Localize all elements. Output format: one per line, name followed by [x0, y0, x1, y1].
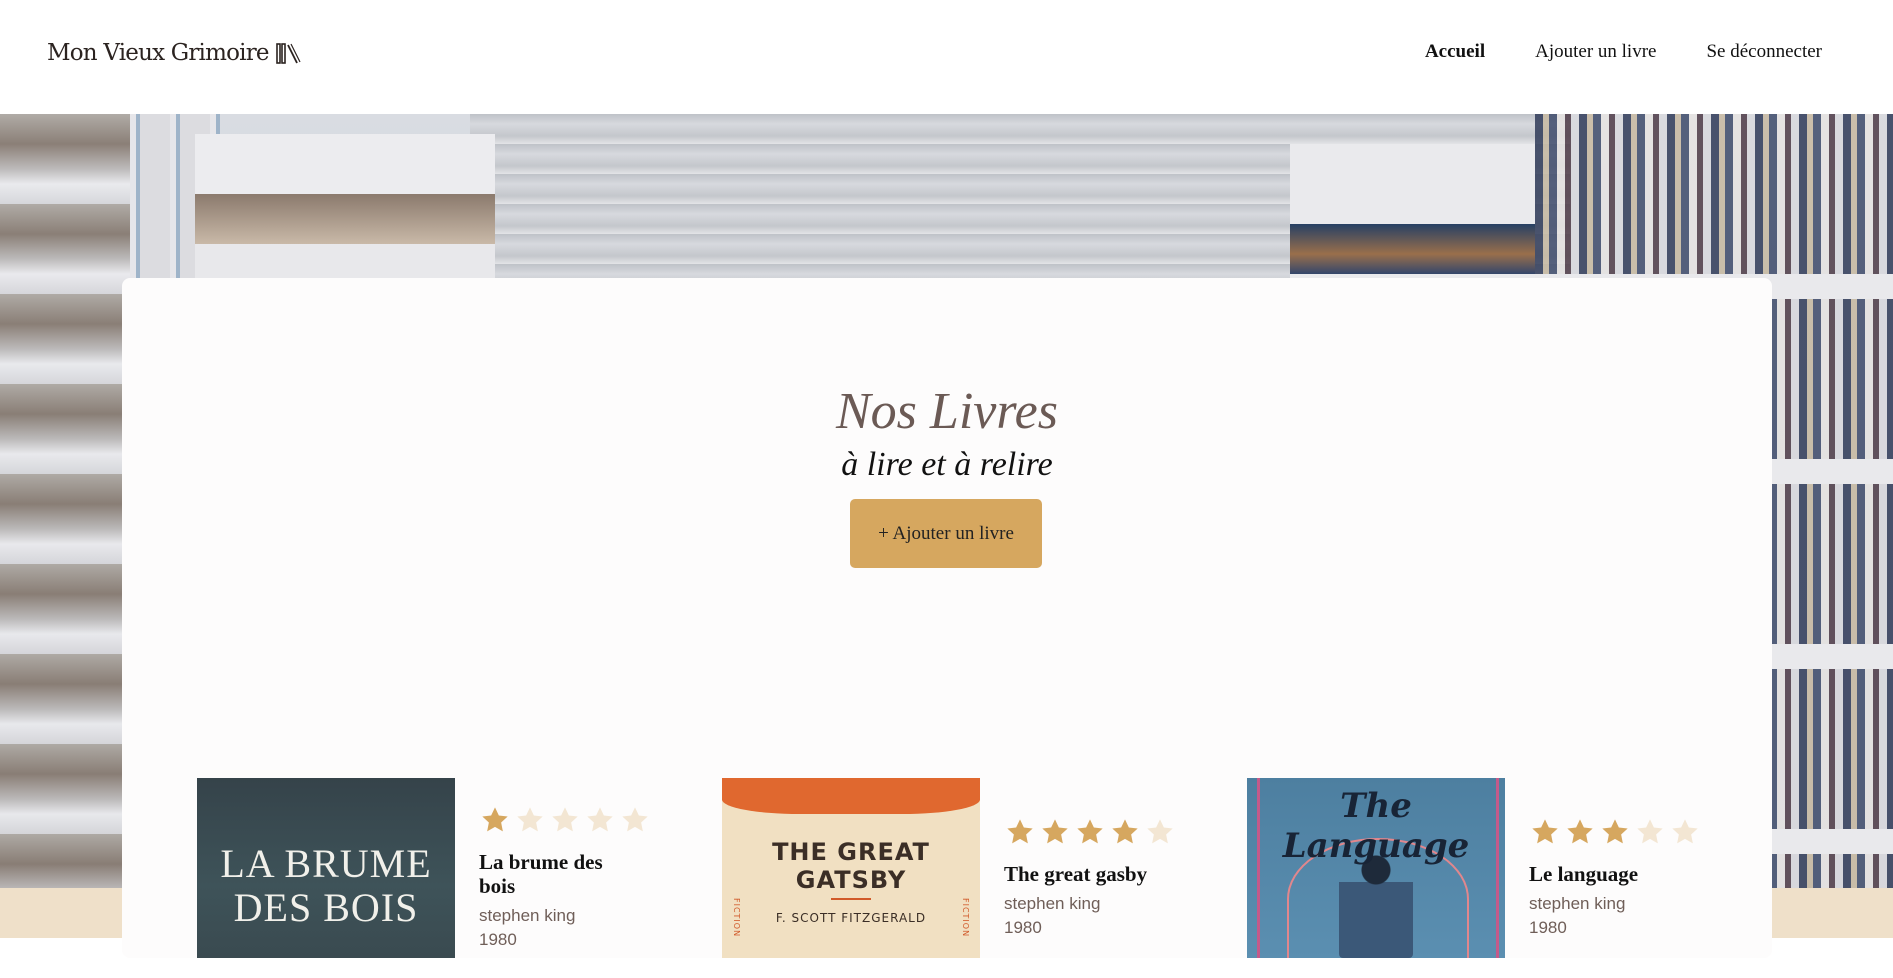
- cover-side-label: FICTION: [961, 898, 970, 938]
- book-title[interactable]: Le language: [1529, 862, 1689, 886]
- main-nav: Accueil Ajouter un livre Se déconnecter: [1425, 41, 1822, 63]
- cover-rule: [831, 898, 871, 900]
- add-book-button[interactable]: + Ajouter un livre: [850, 499, 1042, 568]
- star-empty-icon: [1147, 819, 1173, 844]
- cover-author: F. SCOTT FITZGERALD: [775, 911, 927, 925]
- star-empty-icon: [1672, 819, 1698, 844]
- book-cover[interactable]: LA BRUME DES BOIS: [197, 778, 455, 958]
- nav-se-deconnecter[interactable]: Se déconnecter: [1706, 41, 1822, 63]
- nav-ajouter-livre[interactable]: Ajouter un livre: [1535, 41, 1656, 63]
- books-card: Nos Livres à lire et à relire + Ajouter …: [122, 278, 1772, 958]
- book-info: La brume des bois stephen king 1980: [479, 804, 651, 950]
- star-filled-icon: [1007, 819, 1033, 844]
- book-info: Le language stephen king 1980: [1529, 816, 1701, 938]
- star-empty-icon: [552, 807, 578, 832]
- book-cover[interactable]: THE GREAT GATSBY F. SCOTT FITZGERALD FIC…: [722, 778, 980, 958]
- book-year: 1980: [1004, 918, 1042, 937]
- star-empty-icon: [1637, 819, 1663, 844]
- site-logo[interactable]: Mon Vieux Grimoire: [47, 40, 301, 66]
- star-filled-icon: [482, 807, 508, 832]
- star-empty-icon: [517, 807, 543, 832]
- star-filled-icon: [1077, 819, 1103, 844]
- book-card[interactable]: LA BRUME DES BOIS La brume des bois step…: [197, 778, 657, 978]
- book-title[interactable]: La brume des bois: [479, 850, 639, 898]
- cover-band: [722, 778, 980, 814]
- book-card[interactable]: THE GREAT GATSBY F. SCOTT FITZGERALD FIC…: [722, 778, 1182, 978]
- cover-title: The Language: [1282, 786, 1470, 866]
- star-filled-icon: [1112, 819, 1138, 844]
- book-cover[interactable]: The Language: [1247, 778, 1505, 958]
- site-header: Mon Vieux Grimoire Accueil Ajouter un li…: [0, 0, 1893, 114]
- rating-stars: [1004, 816, 1176, 848]
- star-empty-icon: [622, 807, 648, 832]
- rating-stars: [1529, 816, 1701, 848]
- page-title: Nos Livres: [836, 383, 1058, 440]
- book-year: 1980: [479, 930, 517, 949]
- star-filled-icon: [1042, 819, 1068, 844]
- star-filled-icon: [1567, 819, 1593, 844]
- book-year: 1980: [1529, 918, 1567, 937]
- cover-title: THE GREAT GATSBY: [772, 838, 930, 894]
- star-filled-icon: [1532, 819, 1558, 844]
- book-author: stephen king: [1529, 894, 1626, 913]
- book-author: stephen king: [479, 906, 576, 925]
- star-filled-icon: [1602, 819, 1628, 844]
- nav-accueil[interactable]: Accueil: [1425, 41, 1485, 63]
- cover-side-label: FICTION: [732, 898, 741, 938]
- book-card[interactable]: The Language Le language stephen king 19…: [1247, 778, 1707, 978]
- logo-text: Mon Vieux Grimoire: [47, 40, 270, 66]
- book-info: The great gasby stephen king 1980: [1004, 816, 1176, 938]
- cover-title: LA BRUME DES BOIS: [220, 841, 432, 930]
- book-title[interactable]: The great gasby: [1004, 862, 1164, 886]
- star-empty-icon: [587, 807, 613, 832]
- rating-stars: [479, 804, 651, 836]
- books-icon: [275, 43, 301, 64]
- book-author: stephen king: [1004, 894, 1101, 913]
- page-subtitle: à lire et à relire: [841, 446, 1053, 483]
- left-shelf-image: [0, 114, 130, 938]
